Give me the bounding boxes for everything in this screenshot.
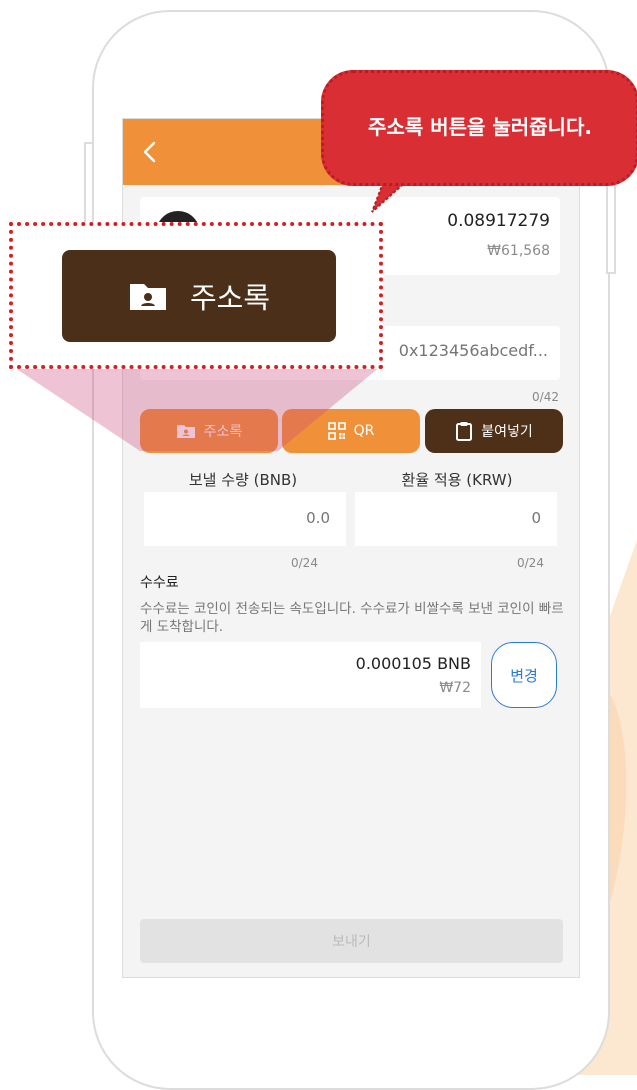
callout-text: 주소록 버튼을 눌러줍니다. <box>368 115 592 139</box>
balance-krw: ₩61,568 <box>487 243 550 259</box>
fee-title: 수수료 <box>140 575 179 591</box>
qr-label: QR <box>353 423 375 439</box>
contact-folder-icon <box>129 284 166 310</box>
address-char-counter: 0/42 <box>532 390 559 404</box>
balance-amount: 0.08917279 <box>447 211 550 231</box>
qr-button[interactable]: QR <box>282 409 420 453</box>
address-action-buttons: 주소록 QR 붙여넣기 <box>140 409 563 453</box>
bnb-char-counter: 0/24 <box>291 556 318 570</box>
address-book-label: 주소록 <box>203 424 243 440</box>
zoomed-address-book-button: 주소록 <box>62 250 336 342</box>
tutorial-zoom-box: 주소록 <box>9 222 383 369</box>
paste-label: 붙여넣기 <box>481 424 533 440</box>
change-fee-button[interactable]: 변경 <box>491 642 557 708</box>
send-button[interactable]: 보내기 <box>140 919 563 963</box>
fee-description: 수수료는 코인이 전송되는 속도입니다. 수수료가 비쌀수록 보낸 코인이 빠르… <box>140 601 564 635</box>
address-book-button[interactable]: 주소록 <box>140 409 278 453</box>
krw-amount-input[interactable] <box>379 508 543 528</box>
tutorial-callout: 주소록 버튼을 눌러줍니다. <box>321 70 637 186</box>
qr-code-icon <box>327 422 346 440</box>
bnb-amount-input[interactable] <box>168 508 332 528</box>
bnb-amount-field[interactable] <box>144 492 346 546</box>
fee-krw: ₩72 <box>439 680 471 696</box>
phone-side-button-right <box>606 182 616 274</box>
krw-char-counter: 0/24 <box>517 556 544 570</box>
krw-amount-label: 환율 적용 (KRW) <box>401 471 513 489</box>
bnb-amount-label: 보낼 수량 (BNB) <box>188 471 298 489</box>
paste-button[interactable]: 붙여넣기 <box>425 409 563 453</box>
clipboard-icon <box>456 422 473 441</box>
krw-amount-field[interactable] <box>355 492 557 546</box>
zoomed-address-book-label: 주소록 <box>189 281 271 315</box>
fee-amount: 0.000105 BNB <box>355 654 471 673</box>
contact-folder-icon <box>176 425 195 438</box>
fee-display: 0.000105 BNB ₩72 <box>140 642 481 708</box>
